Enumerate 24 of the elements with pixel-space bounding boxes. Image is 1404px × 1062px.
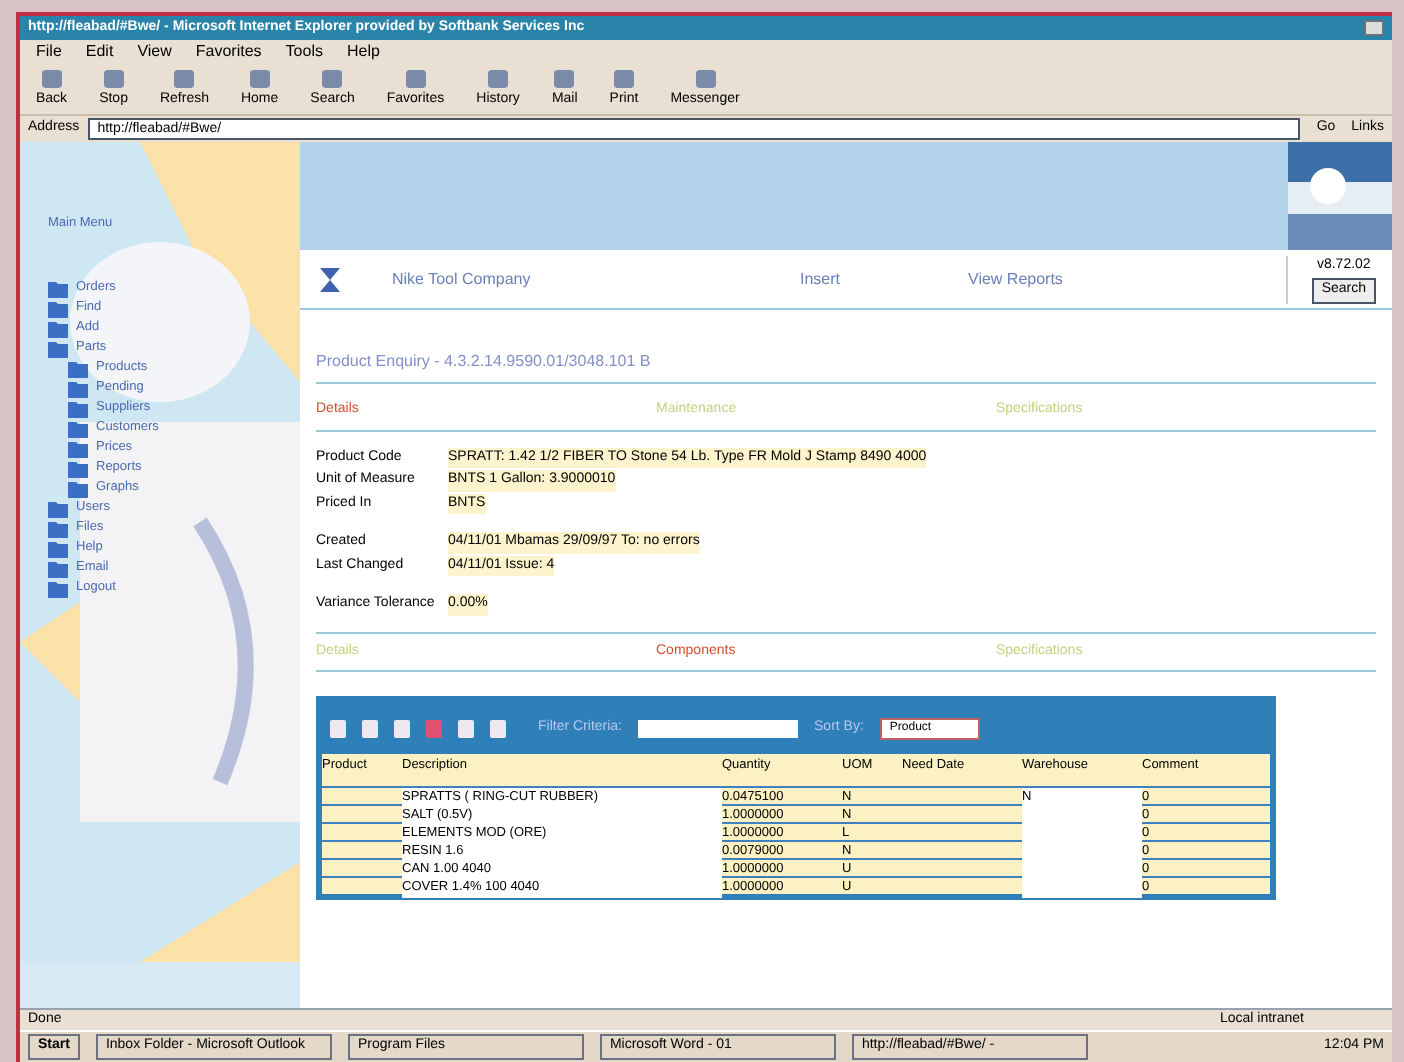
toolbar-icon: [172, 67, 197, 89]
toolbar-icon: [552, 67, 577, 89]
close-icon: [1364, 20, 1384, 36]
toolbar-icon: [247, 67, 272, 89]
menu-item[interactable]: View: [137, 40, 172, 64]
toolbar-icon: [403, 67, 428, 89]
menu-item[interactable]: Edit: [85, 40, 114, 64]
company-name: Nike Tool Company: [392, 267, 533, 291]
toolbar-icon: [320, 67, 345, 89]
nav-link[interactable]: Insert: [800, 267, 920, 291]
toolbar-icon: [611, 67, 636, 89]
menu-item[interactable]: Favorites: [195, 40, 262, 64]
toolbar-icon: [39, 67, 64, 89]
menu-item[interactable]: Help: [346, 40, 380, 64]
menu-item[interactable]: Tools: [285, 40, 323, 64]
filter-field[interactable]: [638, 719, 799, 737]
toolbar-icon: [101, 67, 126, 89]
toolbar-icon: [693, 67, 717, 89]
menu-item[interactable]: File: [36, 40, 62, 64]
table-cell: [1022, 878, 1142, 898]
nav-link[interactable]: View Reports: [968, 267, 1088, 291]
logo-icon: [316, 263, 344, 295]
toolbar-icon: [486, 67, 511, 89]
page-title: Product Enquiry - 4.3.2.14.9590.01/3048.101 B: [316, 350, 1376, 384]
